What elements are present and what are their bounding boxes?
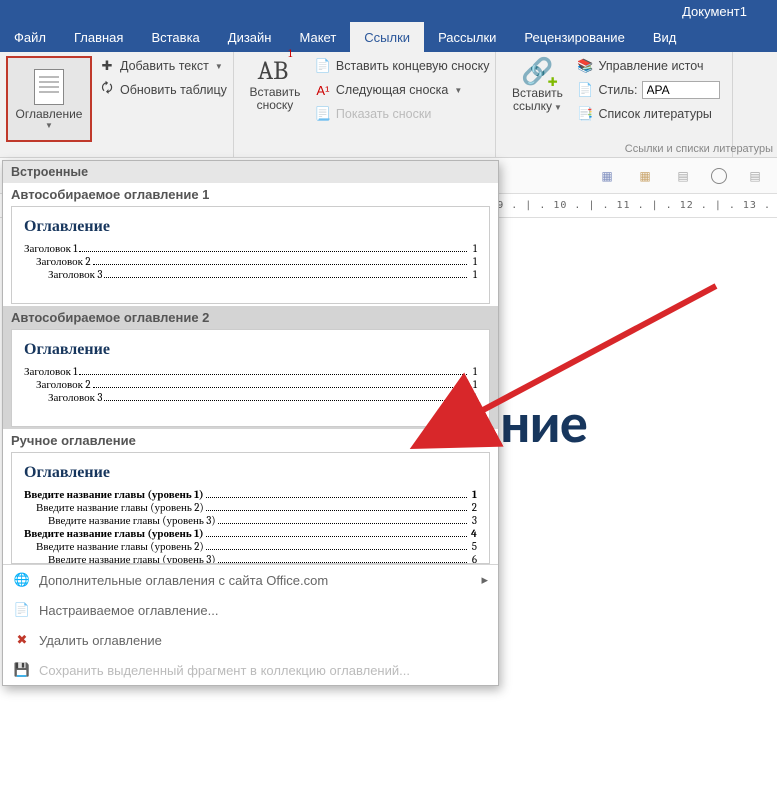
toc-button-label: Оглавление [16,107,83,121]
chevron-down-icon: ▼ [554,103,562,112]
remove-icon: ✖ [13,631,31,649]
office-icon: 🌐 [13,571,31,589]
title-bar: Документ1 [0,0,777,22]
gallery-item-manual-toc[interactable]: Ручное оглавление Оглавление Введите наз… [3,429,498,564]
table-of-contents-button[interactable]: Оглавление ▼ [6,56,92,142]
sources-icon: 📚 [576,57,594,75]
add-text-icon: ✚ [98,57,116,75]
preview-manual: Оглавление Введите название главы (урове… [11,452,490,564]
ribbon-tabs: Файл Главная Вставка Дизайн Макет Ссылки… [0,22,777,52]
chevron-down-icon: ▼ [45,121,53,130]
citation-style-select[interactable]: 📄 Стиль: [576,80,726,100]
show-notes-button[interactable]: 📃 Показать сноски [314,104,490,124]
table-of-contents-gallery: Встроенные Автособираемое оглавление 1 О… [2,160,499,686]
chevron-down-icon: ▼ [454,86,462,95]
chevron-right-icon: ▸ [481,572,488,588]
update-table-button[interactable]: 🗘 Обновить таблицу [98,80,227,100]
table-icon[interactable]: ▦ [597,166,617,186]
group-label-citations: Ссылки и списки литературы [625,142,773,156]
ribbon: Оглавление ▼ ✚ Добавить текст ▼ 🗘 Обнови… [0,52,777,158]
insert-link-button[interactable]: 🔗✚ Вставить ссылку▼ [502,56,572,113]
tab-mailings[interactable]: Рассылки [424,22,510,52]
save-selection-button: 💾 Сохранить выделенный фрагмент в коллек… [3,655,498,685]
show-notes-icon: 📃 [314,105,332,123]
document-body[interactable]: ние [500,390,587,458]
tab-file[interactable]: Файл [0,22,60,52]
gallery-footer: 🌐 Дополнительные оглавления с сайта Offi… [3,564,498,685]
row-icon[interactable]: ▤ [673,166,693,186]
document-title: Документ1 [682,4,747,19]
save-icon: 💾 [13,661,31,679]
tab-view[interactable]: Вид [639,22,691,52]
remove-toc-button[interactable]: ✖ Удалить оглавление [3,625,498,655]
link-icon: 🔗✚ [521,56,553,87]
insert-endnote-button[interactable]: 📄 Вставить концевую сноску [314,56,490,76]
document-icon: 📄 [13,601,31,619]
next-footnote-button[interactable]: A¹ Следующая сноска ▼ [314,80,490,100]
tab-home[interactable]: Главная [60,22,137,52]
tab-design[interactable]: Дизайн [214,22,286,52]
insert-footnote-button[interactable]: AB1 Вставить сноску [240,56,310,112]
refresh-icon: 🗘 [98,81,116,99]
citation-style-value[interactable] [642,81,720,99]
tab-review[interactable]: Рецензирование [510,22,638,52]
circle-icon[interactable] [711,168,727,184]
gallery-item-auto-toc-1[interactable]: Автособираемое оглавление 1 Оглавление З… [3,183,498,306]
custom-toc-button[interactable]: 📄 Настраиваемое оглавление... [3,595,498,625]
more-from-office-button[interactable]: 🌐 Дополнительные оглавления с сайта Offi… [3,565,498,595]
gallery-item-auto-toc-2[interactable]: Автособираемое оглавление 2 Оглавление З… [3,306,498,429]
tab-insert[interactable]: Вставка [137,22,213,52]
row-icon[interactable]: ▤ [745,166,765,186]
style-icon: 📄 [576,81,594,99]
manage-sources-button[interactable]: 📚 Управление источ [576,56,726,76]
preview-auto2: Оглавление Заголовок 11 Заголовок 21 Заг… [11,329,490,427]
footnote-icon: AB1 [258,56,293,86]
preview-auto1: Оглавление Заголовок 11 Заголовок 21 Заг… [11,206,490,304]
document-icon [34,69,64,105]
next-icon: A¹ [314,81,332,99]
bibliography-icon: 📑 [576,105,594,123]
add-text-button[interactable]: ✚ Добавить текст ▼ [98,56,227,76]
tab-layout[interactable]: Макет [285,22,350,52]
bibliography-button[interactable]: 📑 Список литературы [576,104,726,124]
section-header-builtin: Встроенные [3,161,498,183]
heading-fragment: ние [500,390,587,458]
table-icon[interactable]: ▦ [635,166,655,186]
chevron-down-icon: ▼ [215,62,223,71]
endnote-icon: 📄 [314,57,332,75]
tab-references[interactable]: Ссылки [350,22,424,52]
